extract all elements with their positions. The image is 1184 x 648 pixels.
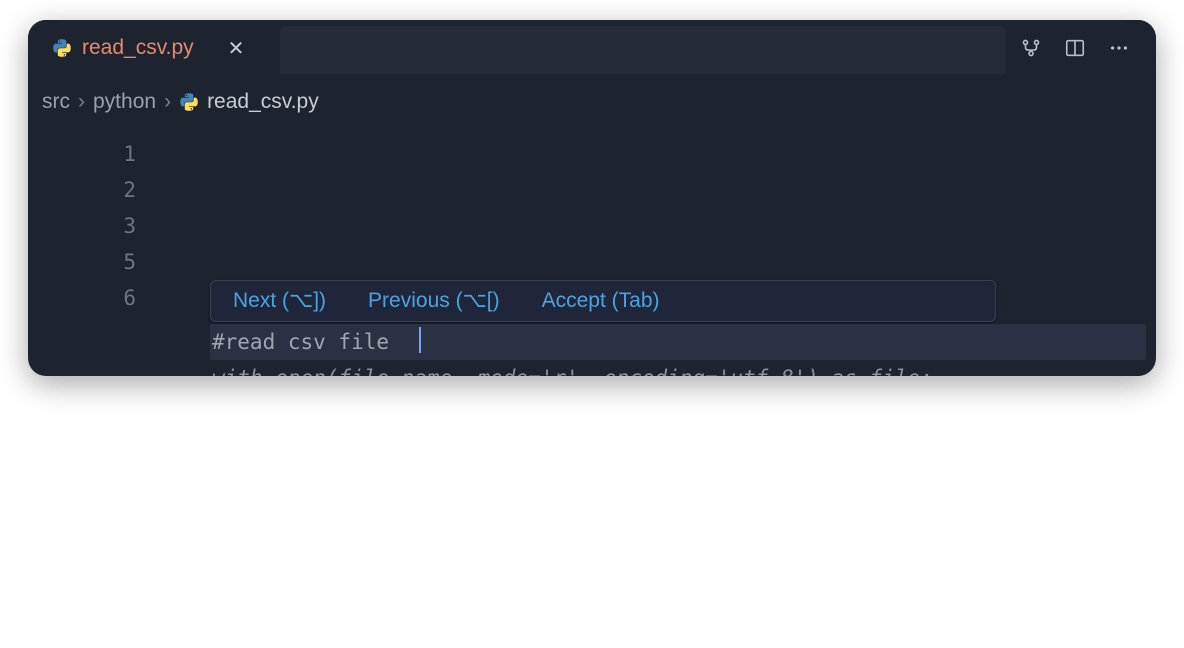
python-icon: [179, 92, 199, 112]
line-number: 3: [28, 208, 136, 244]
typed-comment: #read csv file: [212, 330, 389, 354]
tab-label: read_csv.py: [82, 36, 194, 60]
line-number: 2: [28, 172, 136, 208]
line-number: 1: [28, 136, 136, 172]
suggestion-previous-button[interactable]: Previous (⌥[): [368, 283, 500, 319]
editor-body: 1 2 3 5 6 Next (⌥]) Previous (⌥[) Accept…: [28, 122, 1156, 316]
breadcrumb-seg[interactable]: src: [42, 90, 70, 114]
suggestion-accept-button[interactable]: Accept (Tab): [542, 283, 660, 319]
close-icon[interactable]: ✕: [228, 36, 245, 61]
split-editor-icon[interactable]: [1064, 37, 1086, 59]
inline-suggestion-toolbar: Next (⌥]) Previous (⌥[) Accept (Tab): [210, 280, 996, 322]
line-gutter: 1 2 3 5 6: [28, 136, 156, 316]
text-cursor: [419, 327, 421, 353]
breadcrumb: src › python › read_csv.py: [28, 76, 1156, 122]
tab-read-csv[interactable]: read_csv.py ✕: [36, 20, 262, 76]
code-lines: #read csv file with open(file_name, mode…: [212, 324, 1146, 376]
compare-icon[interactable]: [1020, 37, 1042, 59]
tab-bar: read_csv.py ✕: [28, 20, 1156, 76]
chevron-right-icon: ›: [78, 90, 85, 114]
breadcrumb-seg[interactable]: python: [93, 90, 156, 114]
editor-toolbar: [1006, 37, 1144, 59]
line-number: 6: [28, 280, 136, 316]
code-line: #read csv file: [212, 324, 1146, 360]
tab-bar-empty-space: [280, 26, 1006, 74]
line-number: 5: [28, 244, 136, 280]
python-icon: [52, 38, 72, 58]
ghost-line: with open(file_name, mode='r', encoding=…: [212, 360, 1146, 376]
editor-window: read_csv.py ✕ src › python › read_csv.py…: [28, 20, 1156, 376]
suggestion-next-button[interactable]: Next (⌥]): [233, 283, 326, 319]
chevron-right-icon: ›: [164, 90, 171, 114]
code-area[interactable]: Next (⌥]) Previous (⌥[) Accept (Tab) #re…: [156, 136, 1156, 316]
breadcrumb-file[interactable]: read_csv.py: [207, 90, 319, 114]
more-icon[interactable]: [1108, 37, 1130, 59]
